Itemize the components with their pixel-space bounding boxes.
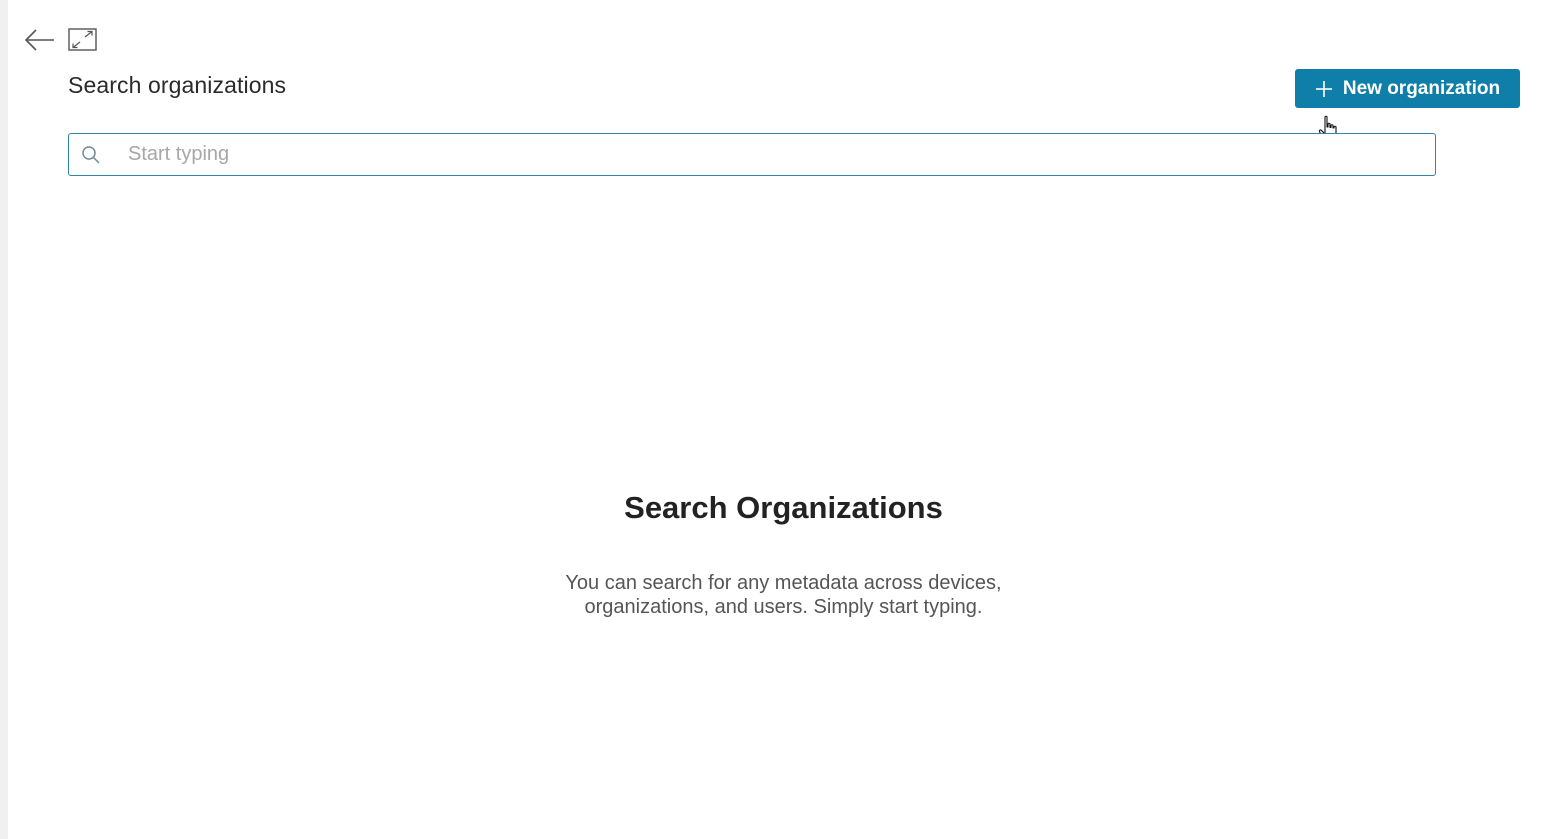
arrow-left-icon[interactable] — [24, 28, 56, 52]
empty-state-title: Search Organizations — [624, 490, 943, 525]
search-field[interactable] — [68, 133, 1436, 176]
expand-icon[interactable] — [68, 28, 98, 52]
empty-state-description-line-2: organizations, and users. Simply start t… — [584, 596, 983, 618]
empty-state-description-line-1: You can search for any metadata across d… — [565, 572, 1002, 594]
empty-state: Search Organizations You can search for … — [0, 490, 1557, 619]
empty-state-description: You can search for any metadata across d… — [0, 571, 1557, 619]
new-organization-button[interactable]: New organization — [1295, 69, 1520, 108]
new-organization-label: New organization — [1342, 77, 1501, 99]
left-edge-strip — [0, 0, 8, 839]
top-toolbar — [24, 28, 98, 52]
search-input[interactable] — [128, 134, 1428, 175]
search-icon — [81, 145, 101, 165]
plus-icon — [1315, 80, 1333, 98]
page-title: Search organizations — [68, 72, 287, 98]
